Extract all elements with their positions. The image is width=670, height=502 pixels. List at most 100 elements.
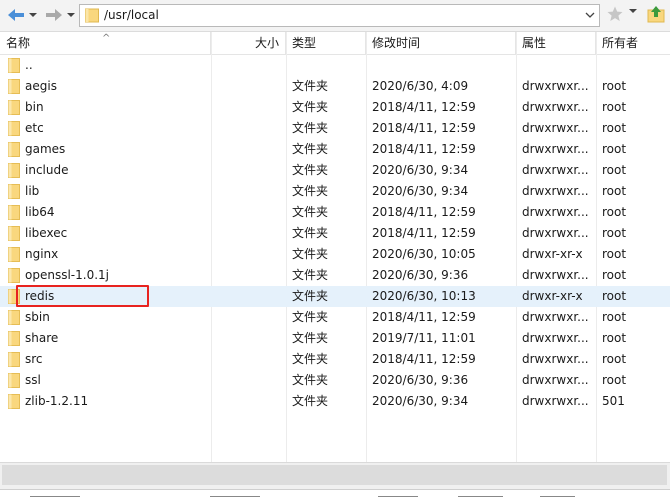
file-modified: 2020/6/30, 9:36	[372, 373, 469, 387]
file-modified: 2020/6/30, 9:34	[372, 163, 469, 177]
file-owner: root	[602, 163, 627, 177]
file-type: 文件夹	[292, 247, 329, 261]
file-owner: root	[602, 184, 627, 198]
column-type-header[interactable]: 类型	[286, 32, 366, 54]
file-name: ..	[25, 58, 33, 72]
file-name: zlib-1.2.11	[25, 394, 89, 408]
scrollbar-thumb[interactable]	[2, 465, 667, 485]
column-name-header[interactable]: 名称 ^	[0, 32, 211, 54]
file-permissions: drwxrwxr...	[522, 373, 589, 387]
file-owner: root	[602, 310, 627, 324]
file-row[interactable]: libexec 文件夹 2018/4/11, 12:59 drwxrwxr... roo…	[0, 223, 670, 244]
file-name: ssl	[25, 373, 41, 387]
file-modified: 2020/6/30, 10:13	[372, 289, 476, 303]
file-row[interactable]: openssl-1.0.1j 文件夹 2020/6/30, 9:36 drwxrwxr…	[0, 265, 670, 286]
column-modified-header[interactable]: 修改时间	[366, 32, 516, 54]
file-permissions: drwxrwxr...	[522, 268, 589, 282]
file-owner: root	[602, 247, 627, 261]
file-permissions: drwxrwxr...	[522, 100, 589, 114]
truncated-text	[30, 496, 80, 497]
path-input[interactable]: /usr/local	[104, 8, 159, 22]
file-name: openssl-1.0.1j	[25, 268, 109, 282]
file-modified: 2020/6/30, 4:09	[372, 79, 469, 93]
column-permissions-label: 属性	[522, 36, 547, 50]
file-permissions: drwxrwxr...	[522, 331, 589, 345]
column-size-header[interactable]: 大小	[211, 32, 286, 54]
folder-icon	[8, 331, 20, 346]
file-owner: root	[602, 226, 627, 240]
file-row[interactable]: lib 文件夹 2020/6/30, 9:34 drwxrwxr... root	[0, 181, 670, 202]
back-history-dropdown[interactable]	[28, 4, 40, 26]
file-modified: 2018/4/11, 12:59	[372, 121, 476, 135]
folder-icon	[8, 373, 20, 388]
file-row[interactable]: zlib-1.2.11 文件夹 2020/6/30, 9:34 drwxrwxr...…	[0, 391, 670, 412]
file-modified: 2018/4/11, 12:59	[372, 142, 476, 156]
file-row[interactable]: aegis 文件夹 2020/6/30, 4:09 drwxrwxr... root	[0, 76, 670, 97]
file-permissions: drwxr-xr-x	[522, 247, 583, 261]
chevron-down-icon[interactable]	[628, 6, 638, 16]
file-owner: root	[602, 100, 627, 114]
folder-icon	[8, 184, 20, 199]
file-type: 文件夹	[292, 226, 329, 240]
folder-icon	[8, 163, 20, 178]
column-modified-label: 修改时间	[372, 36, 421, 50]
file-owner: root	[602, 373, 627, 387]
file-row[interactable]: share 文件夹 2019/7/11, 11:01 drwxrwxr... root	[0, 328, 670, 349]
file-type: 文件夹	[292, 163, 329, 177]
file-row[interactable]: src 文件夹 2018/4/11, 12:59 drwxrwxr... root	[0, 349, 670, 370]
annotation-highlight-box	[16, 285, 149, 307]
toolbar: /usr/local	[0, 0, 670, 32]
file-modified: 2020/6/30, 9:34	[372, 394, 469, 408]
forward-history-dropdown[interactable]	[66, 4, 78, 26]
folder-icon	[8, 226, 20, 241]
file-row[interactable]: ..	[0, 55, 670, 76]
file-type: 文件夹	[292, 373, 329, 387]
file-modified: 2020/6/30, 9:34	[372, 184, 469, 198]
star-icon[interactable]	[606, 5, 624, 23]
truncated-text	[210, 496, 260, 497]
file-row[interactable]: sbin 文件夹 2018/4/11, 12:59 drwxrwxr... root	[0, 307, 670, 328]
file-row[interactable]: lib64 文件夹 2018/4/11, 12:59 drwxrwxr... root	[0, 202, 670, 223]
chevron-down-icon[interactable]	[585, 10, 595, 20]
file-permissions: drwxrwxr...	[522, 205, 589, 219]
horizontal-scrollbar[interactable]	[0, 462, 670, 489]
file-row[interactable]: include 文件夹 2020/6/30, 9:34 drwxrwxr... root	[0, 160, 670, 181]
file-type: 文件夹	[292, 79, 329, 93]
file-owner: root	[602, 331, 627, 345]
forward-button[interactable]	[44, 4, 66, 26]
truncated-text	[540, 496, 575, 497]
folder-icon	[8, 310, 20, 325]
file-type: 文件夹	[292, 205, 329, 219]
file-permissions: drwxrwxr...	[522, 184, 589, 198]
file-row[interactable]: etc 文件夹 2018/4/11, 12:59 drwxrwxr... root	[0, 118, 670, 139]
file-owner: root	[602, 205, 627, 219]
column-permissions-header[interactable]: 属性	[516, 32, 596, 54]
file-row[interactable]: bin 文件夹 2018/4/11, 12:59 drwxrwxr... root	[0, 97, 670, 118]
folder-icon	[8, 394, 20, 409]
file-name: bin	[25, 100, 44, 114]
column-owner-header[interactable]: 所有者	[596, 32, 670, 54]
folder-icon	[8, 58, 20, 73]
file-permissions: drwxrwxr...	[522, 142, 589, 156]
folder-icon	[8, 121, 20, 136]
file-modified: 2018/4/11, 12:59	[372, 205, 476, 219]
file-name: etc	[25, 121, 44, 135]
file-permissions: drwxrwxr...	[522, 121, 589, 135]
folder-icon	[8, 247, 20, 262]
folder-up-icon[interactable]	[646, 4, 666, 24]
folder-icon	[8, 100, 20, 115]
file-row[interactable]: nginx 文件夹 2020/6/30, 10:05 drwxr-xr-x root	[0, 244, 670, 265]
file-name: nginx	[25, 247, 59, 261]
file-permissions: drwxrwxr...	[522, 226, 589, 240]
file-owner: root	[602, 289, 627, 303]
file-name: lib	[25, 184, 40, 198]
file-owner: root	[602, 268, 627, 282]
chevron-down-icon	[29, 13, 37, 17]
file-permissions: drwxrwxr...	[522, 394, 589, 408]
file-row[interactable]: games 文件夹 2018/4/11, 12:59 drwxrwxr... root	[0, 139, 670, 160]
file-type: 文件夹	[292, 184, 329, 198]
back-button[interactable]	[6, 4, 28, 26]
path-bar[interactable]: /usr/local	[79, 4, 600, 27]
file-type: 文件夹	[292, 310, 329, 324]
file-row[interactable]: ssl 文件夹 2020/6/30, 9:36 drwxrwxr... root	[0, 370, 670, 391]
